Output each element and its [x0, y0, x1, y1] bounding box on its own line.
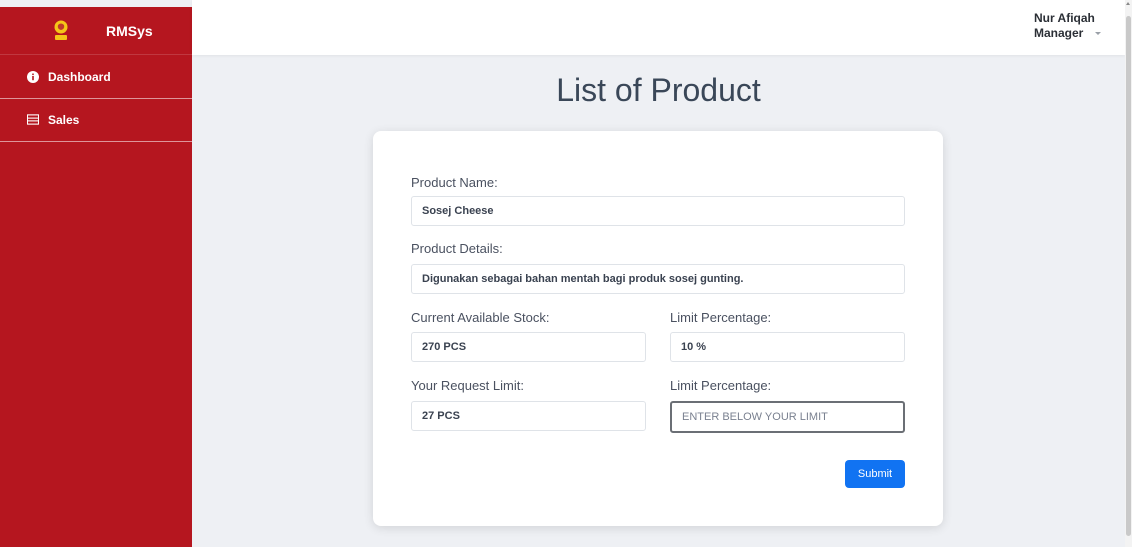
- scrollbar-thumb[interactable]: [1126, 16, 1131, 536]
- rms-logo-icon: [54, 20, 68, 40]
- table-icon: [27, 114, 39, 126]
- stock-field[interactable]: 270 PCS: [411, 332, 646, 362]
- limit-percentage-label: Limit Percentage:: [670, 310, 772, 325]
- sidebar-item-sales[interactable]: Sales: [0, 98, 192, 142]
- info-icon: [27, 70, 39, 83]
- top-bar: [192, 0, 1125, 55]
- submit-button[interactable]: Submit: [845, 460, 905, 488]
- product-name-label: Product Name:: [411, 175, 498, 190]
- product-name-field[interactable]: Sosej Cheese: [411, 196, 905, 226]
- limit-percentage-input[interactable]: ENTER BELOW YOUR LIMIT: [670, 401, 905, 433]
- sidebar: RMSys Dashboard Sales: [0, 7, 192, 547]
- page-title: List of Product: [556, 72, 761, 108]
- user-menu[interactable]: Nur Afiqah Manager: [1034, 11, 1102, 41]
- scroll-up-icon[interactable]: [1126, 2, 1130, 5]
- user-name: Nur Afiqah: [1034, 11, 1095, 25]
- product-details-field[interactable]: Digunakan sebagai bahan mentah bagi prod…: [411, 264, 905, 294]
- stock-label: Current Available Stock:: [411, 310, 550, 325]
- product-details-label: Product Details:: [411, 241, 503, 256]
- brand[interactable]: RMSys: [0, 7, 192, 55]
- sidebar-item-label: Sales: [48, 113, 80, 127]
- request-limit-field[interactable]: 27 PCS: [411, 401, 646, 431]
- user-role: Manager: [1034, 26, 1084, 40]
- chevron-down-icon: [1095, 32, 1102, 35]
- limit-percentage-field[interactable]: 10 %: [670, 332, 905, 362]
- sidebar-item-label: Dashboard: [48, 69, 111, 84]
- app-name: RMSys: [106, 23, 153, 39]
- limit-percentage-input-label: Limit Percentage:: [670, 378, 772, 393]
- sidebar-item-dashboard[interactable]: Dashboard: [0, 54, 192, 98]
- scrollbar[interactable]: [1125, 0, 1132, 547]
- request-limit-label: Your Request Limit:: [411, 378, 524, 393]
